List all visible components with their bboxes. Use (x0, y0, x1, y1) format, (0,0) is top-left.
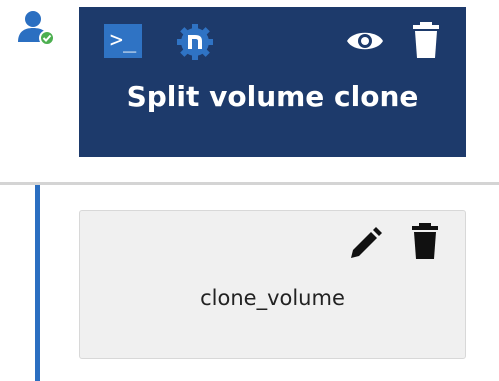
trash-icon[interactable] (410, 20, 442, 60)
user-check-icon (16, 8, 56, 48)
step-label: clone_volume (200, 286, 345, 310)
trash-icon[interactable] (409, 221, 441, 261)
terminal-icon: >_ (104, 24, 142, 58)
step-card[interactable]: clone_volume (79, 210, 466, 359)
gear-icon (175, 22, 215, 62)
workflow-branch-line (35, 185, 40, 381)
header-title: Split volume clone (126, 80, 419, 113)
eye-icon[interactable] (345, 26, 385, 56)
workflow-canvas: >_ Split volume clone clone_volume (0, 0, 499, 381)
section-divider (0, 182, 499, 185)
header-card[interactable]: >_ Split volume clone (79, 7, 466, 157)
pencil-icon[interactable] (345, 224, 385, 264)
